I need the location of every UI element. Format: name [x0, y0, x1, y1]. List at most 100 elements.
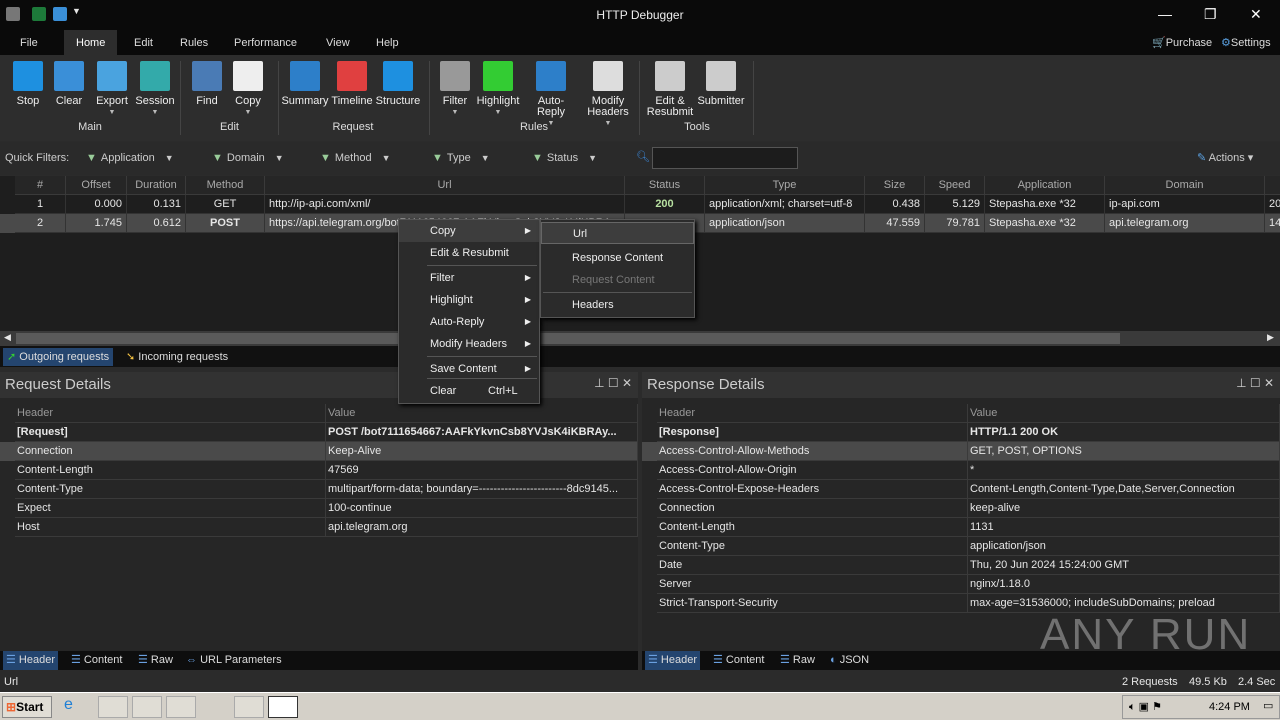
column-header[interactable]: Speed	[925, 176, 985, 195]
tab-label: Content	[725, 654, 765, 666]
detail-row[interactable]: [Response] HTTP/1.1 200 OK	[642, 423, 1280, 442]
tab-header[interactable]: ☰ Header	[3, 651, 58, 670]
highlight-button[interactable]: Highlight ▼	[472, 61, 524, 118]
table-cell: 200	[625, 195, 705, 214]
http-debugger-task[interactable]	[268, 696, 298, 718]
close-button[interactable]: ✕	[1250, 6, 1262, 23]
column-header[interactable]: #	[15, 176, 66, 195]
tab-content[interactable]: ☰ Content	[710, 651, 767, 670]
column-header[interactable]: Domain	[1105, 176, 1265, 195]
filter-application[interactable]: ▼ Application ▼	[86, 152, 174, 164]
tab-file[interactable]: File	[8, 30, 50, 55]
detail-row[interactable]: Connection Keep-Alive	[0, 442, 638, 461]
settings-link[interactable]: ⚙Settings	[1221, 36, 1271, 49]
tray-icons[interactable]: 🔈︎ ▣ ⚑	[1129, 700, 1162, 714]
tab-view[interactable]: View	[314, 30, 362, 55]
session-button[interactable]: Session ▼	[129, 61, 181, 118]
show-desktop-icon[interactable]: ▭	[1263, 699, 1273, 712]
filter-status[interactable]: ▼ Status ▼	[532, 152, 597, 164]
submenu-item-response-content[interactable]: Response Content	[541, 247, 694, 269]
menu-item-highlight[interactable]: Highlight ▶	[399, 289, 539, 311]
column-header[interactable]: Status	[625, 176, 705, 195]
auto-reply-button[interactable]: Auto-Reply ▼	[525, 61, 577, 129]
start-button[interactable]: ⊞Start	[2, 696, 52, 718]
menu-item-clear[interactable]: Clear Ctrl+L	[399, 380, 539, 402]
submenu-item-url[interactable]: Url	[541, 222, 694, 244]
submenu-item-headers[interactable]: Headers	[541, 294, 694, 316]
tab-raw[interactable]: ☰ Raw	[777, 651, 818, 670]
filter-domain[interactable]: ▼ Domain ▼	[212, 152, 284, 164]
tab-incoming-requests[interactable]: ➘ Incoming requests	[122, 348, 232, 366]
tab-header[interactable]: ☰ Header	[645, 651, 700, 670]
scroll-right-icon[interactable]: ▶	[1267, 332, 1274, 343]
detail-row[interactable]: Access-Control-Expose-Headers Content-Len…	[642, 480, 1280, 499]
detail-row[interactable]: Content-Length 47569	[0, 461, 638, 480]
detail-row[interactable]: Connection keep-alive	[642, 499, 1280, 518]
chrome-icon[interactable]	[166, 696, 196, 718]
minimize-button[interactable]: —	[1158, 6, 1172, 22]
detail-row[interactable]: Content-Length 1131	[642, 518, 1280, 537]
tab-help[interactable]: Help	[364, 30, 411, 55]
column-header[interactable]: Size	[865, 176, 925, 195]
detail-row[interactable]: Host api.telegram.org	[0, 518, 638, 537]
ie-icon[interactable]: e	[64, 696, 94, 718]
detail-row[interactable]: Access-Control-Allow-Origin *	[642, 461, 1280, 480]
tab-rules[interactable]: Rules	[168, 30, 220, 55]
menu-item-modify-headers[interactable]: Modify Headers ▶	[399, 333, 539, 355]
tab-outgoing-requests[interactable]: ➚ Outgoing requests	[3, 348, 114, 366]
explorer-icon[interactable]	[98, 696, 128, 718]
menu-item-filter[interactable]: Filter ▶	[399, 267, 539, 289]
structure-button[interactable]: Structure	[372, 61, 424, 107]
filter-method[interactable]: ▼ Method ▼	[320, 152, 391, 164]
menu-item-edit-resubmit[interactable]: Edit & Resubmit	[399, 242, 539, 264]
tab-edit[interactable]: Edit	[122, 30, 165, 55]
edit-resubmit-button[interactable]: Edit & Resubmit	[644, 61, 696, 118]
panel-controls[interactable]: ⊥ ☐ ✕	[594, 376, 632, 390]
menu-item-save-content[interactable]: Save Content ▶	[399, 358, 539, 380]
purchase-link[interactable]: 🛒Purchase	[1152, 36, 1212, 49]
scroll-left-icon[interactable]: ◀	[4, 332, 11, 343]
column-header[interactable]: Header	[15, 404, 326, 423]
detail-row[interactable]: Server nginx/1.18.0	[642, 575, 1280, 594]
column-header[interactable]: Value	[326, 404, 638, 423]
column-header[interactable]: Type	[705, 176, 865, 195]
column-header[interactable]	[1265, 176, 1280, 195]
actions-button[interactable]: ✎ Actions ▾	[1197, 151, 1253, 164]
tab-json[interactable]: ◐ JSON	[827, 651, 872, 670]
tab-url-parameters[interactable]: ⇔ URL Parameters	[183, 651, 285, 670]
submitter-button[interactable]: Submitter	[695, 61, 747, 107]
table-row[interactable]: 1 0.000 0.131 GET http://ip-api.com/xml/200 a…	[0, 195, 1280, 214]
timeline-button[interactable]: Timeline	[326, 61, 378, 107]
detail-row[interactable]: [Request] POST /bot7111654667:AAFkYkvnCsb…	[0, 423, 638, 442]
copy-button[interactable]: Copy ▼	[222, 61, 274, 118]
tab-home[interactable]: Home	[64, 30, 118, 55]
detail-row[interactable]: Content-Type application/json	[642, 537, 1280, 556]
menu-item-auto-reply[interactable]: Auto-Reply ▶	[399, 311, 539, 333]
detail-row[interactable]: Date Thu, 20 Jun 2024 15:24:00 GMT	[642, 556, 1280, 575]
tab-raw[interactable]: ☰ Raw	[135, 651, 176, 670]
summary-button[interactable]: Summary	[279, 61, 331, 107]
detail-row[interactable]: Expect 100-continue	[0, 499, 638, 518]
panel-controls[interactable]: ⊥ ☐ ✕	[1236, 376, 1274, 390]
search-input[interactable]	[652, 147, 798, 169]
tab-content[interactable]: ☰ Content	[68, 651, 125, 670]
tab-performance[interactable]: Performance	[222, 30, 309, 55]
column-header[interactable]: Application	[985, 176, 1105, 195]
horizontal-scrollbar[interactable]: ◀ ▶	[0, 331, 1280, 346]
menu-item-copy[interactable]: Copy ▶	[399, 220, 539, 242]
restore-button[interactable]: ❐	[1204, 6, 1217, 23]
column-header[interactable]: Value	[968, 404, 1280, 423]
modify-headers-button[interactable]: Modify Headers ▼	[582, 61, 634, 129]
filter-type[interactable]: ▼ Type ▼	[432, 152, 490, 164]
detail-row[interactable]: Access-Control-Allow-Methods GET, POST, O…	[642, 442, 1280, 461]
edge-icon[interactable]	[200, 696, 230, 718]
column-header[interactable]: Method	[186, 176, 265, 195]
scrollbar-thumb[interactable]	[16, 333, 1120, 344]
network-app-icon[interactable]	[234, 696, 264, 718]
detail-row[interactable]: Content-Type multipart/form-data; boundar…	[0, 480, 638, 499]
column-header[interactable]: Offset	[66, 176, 127, 195]
media-player-icon[interactable]	[132, 696, 162, 718]
column-header[interactable]: Url	[265, 176, 625, 195]
column-header[interactable]: Header	[657, 404, 968, 423]
column-header[interactable]: Duration	[127, 176, 186, 195]
